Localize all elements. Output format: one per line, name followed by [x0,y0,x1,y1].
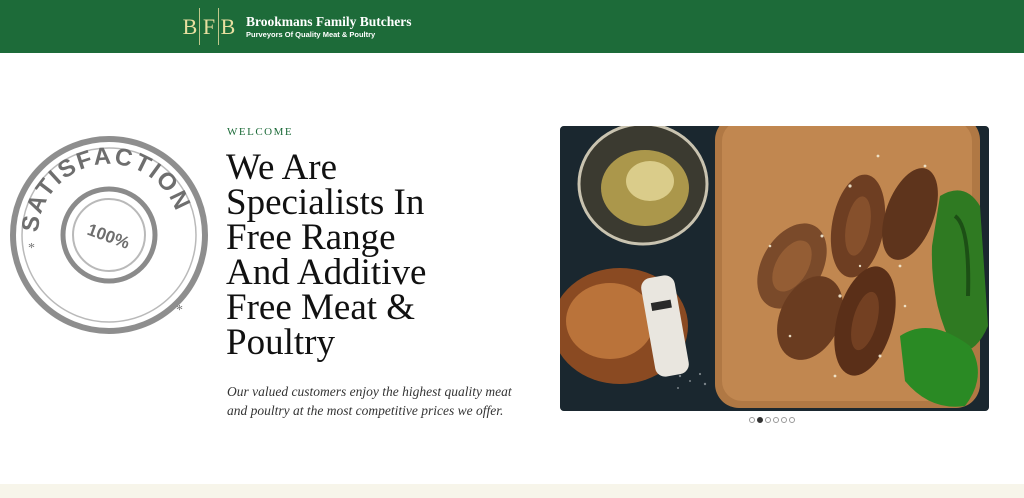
next-section-band [0,484,1024,498]
logo-monogram: B F B [182,8,236,45]
logo-text: Brookmans Family Butchers Purveyors Of Q… [246,14,412,40]
slider-dot[interactable] [781,417,787,423]
stamp-star: * [176,303,183,318]
headline-line: Specialists In [226,182,425,223]
hero-eyebrow: WELCOME [227,126,294,138]
logo-letter: B [182,13,198,39]
hero-subtext: Our valued customers enjoy the highest q… [227,384,512,418]
headline-line: We Are [226,147,338,188]
logo-letter: F [202,13,216,39]
slider-dot[interactable] [749,417,755,423]
stamp-text: SATISFACTION [8,134,197,237]
stamp-percent: 100% [85,220,132,253]
hero-headline: We Are Specialists In Free Range And Add… [226,147,526,363]
headline-line: Free Meat & [226,287,416,328]
logo-letter: B [220,13,236,39]
hero-image-slider[interactable] [560,126,989,411]
slider-dot[interactable] [789,417,795,423]
site-logo[interactable]: B F B Brookmans Family Butchers Purveyor… [182,8,412,45]
satisfaction-stamp-icon: SATISFACTION 100% * * * [8,134,208,334]
logo-divider [218,8,219,45]
stamp-star: * [28,241,35,256]
slider-pagination [749,417,795,423]
logo-divider [199,8,200,45]
headline-line: And Additive [226,252,427,293]
headline-line: Poultry [226,322,335,363]
slider-dot-active[interactable] [757,417,763,423]
headline-line: Free Range [226,217,396,258]
slider-dot[interactable] [773,417,779,423]
brand-name: Brookmans Family Butchers [246,13,412,29]
site-header: B F B Brookmans Family Butchers Purveyor… [0,0,1024,53]
brand-tagline: Purveyors Of Quality Meat & Poultry [246,29,376,39]
slider-dot[interactable] [765,417,771,423]
